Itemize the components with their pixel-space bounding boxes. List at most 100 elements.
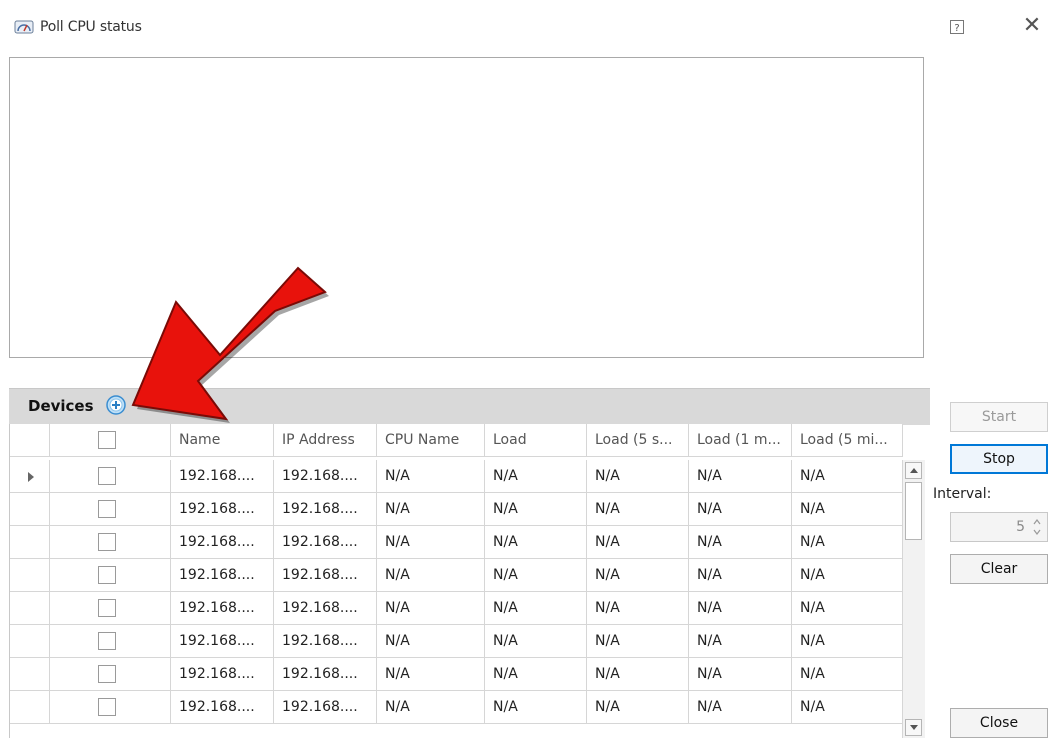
cell-load-1m[interactable]: N/A <box>689 526 792 559</box>
cell-load-5m[interactable]: N/A <box>792 559 903 592</box>
cell-load[interactable]: N/A <box>485 526 587 559</box>
cell-load-5s[interactable]: N/A <box>587 592 689 625</box>
cell-load-5s[interactable]: N/A <box>587 625 689 658</box>
cell-load[interactable]: N/A <box>485 592 587 625</box>
table-row[interactable]: 192.168.... 192.168.... N/A N/A N/A N/A N/A <box>10 658 903 691</box>
cell-load[interactable]: N/A <box>485 691 587 724</box>
table-row[interactable]: 192.168.... 192.168.... N/A N/A N/A N/A N/A <box>10 460 903 493</box>
cell-load-5m[interactable]: N/A <box>792 460 903 493</box>
cell-load[interactable]: N/A <box>485 460 587 493</box>
table-row[interactable]: 192.168.... 192.168.... N/A N/A N/A N/A N/A <box>10 493 903 526</box>
cell-load[interactable]: N/A <box>485 493 587 526</box>
log-output[interactable] <box>9 57 924 358</box>
column-header-load-1m[interactable]: Load (1 m... <box>689 424 792 457</box>
cell-load-5m[interactable]: N/A <box>792 658 903 691</box>
cell-name[interactable]: 192.168.... <box>171 592 274 625</box>
cell-name[interactable]: 192.168.... <box>171 493 274 526</box>
devices-grid[interactable]: Name IP Address CPU Name Load Load (5 s.… <box>9 424 903 738</box>
cell-load[interactable]: N/A <box>485 658 587 691</box>
cell-load-1m[interactable]: N/A <box>689 658 792 691</box>
table-row[interactable]: 192.168.... 192.168.... N/A N/A N/A N/A N/A <box>10 691 903 724</box>
cell-load-5s[interactable]: N/A <box>587 526 689 559</box>
start-button[interactable]: Start <box>950 402 1048 432</box>
column-header-load[interactable]: Load <box>485 424 587 457</box>
column-header-ip-address[interactable]: IP Address <box>274 424 377 457</box>
row-indicator-cell[interactable] <box>10 691 50 724</box>
cell-cpu-name[interactable]: N/A <box>377 658 485 691</box>
cell-load-5s[interactable]: N/A <box>587 493 689 526</box>
column-header-name[interactable]: Name <box>171 424 274 457</box>
row-checkbox-cell[interactable] <box>50 625 171 658</box>
cell-load-1m[interactable]: N/A <box>689 559 792 592</box>
cell-ip-address[interactable]: 192.168.... <box>274 658 377 691</box>
cell-load[interactable]: N/A <box>485 559 587 592</box>
spinner-arrows-icon[interactable] <box>1031 516 1043 538</box>
cell-load-5m[interactable]: N/A <box>792 691 903 724</box>
row-indicator-cell[interactable] <box>10 493 50 526</box>
column-header-cpu-name[interactable]: CPU Name <box>377 424 485 457</box>
row-checkbox-cell[interactable] <box>50 460 171 493</box>
row-indicator-cell[interactable] <box>10 592 50 625</box>
clear-button[interactable]: Clear <box>950 554 1048 584</box>
cell-load-5s[interactable]: N/A <box>587 460 689 493</box>
cell-ip-address[interactable]: 192.168.... <box>274 625 377 658</box>
row-checkbox-cell[interactable] <box>50 592 171 625</box>
table-row[interactable]: 192.168.... 192.168.... N/A N/A N/A N/A N/A <box>10 592 903 625</box>
row-indicator-cell[interactable] <box>10 559 50 592</box>
scroll-thumb[interactable] <box>905 482 922 540</box>
row-indicator-cell[interactable] <box>10 526 50 559</box>
cell-cpu-name[interactable]: N/A <box>377 526 485 559</box>
cell-cpu-name[interactable]: N/A <box>377 592 485 625</box>
cell-load-1m[interactable]: N/A <box>689 493 792 526</box>
cell-load[interactable]: N/A <box>485 625 587 658</box>
row-checkbox[interactable] <box>98 500 116 518</box>
cell-name[interactable]: 192.168.... <box>171 691 274 724</box>
cell-ip-address[interactable]: 192.168.... <box>274 526 377 559</box>
cell-load-1m[interactable]: N/A <box>689 691 792 724</box>
help-icon[interactable]: ? <box>948 18 966 36</box>
row-checkbox[interactable] <box>98 632 116 650</box>
column-header-load-5m[interactable]: Load (5 mi... <box>792 424 903 457</box>
interval-spinner[interactable]: 5 <box>950 512 1048 542</box>
cell-ip-address[interactable]: 192.168.... <box>274 493 377 526</box>
cell-cpu-name[interactable]: N/A <box>377 493 485 526</box>
cell-name[interactable]: 192.168.... <box>171 460 274 493</box>
close-icon[interactable]: ✕ <box>1022 15 1042 37</box>
cell-load-5s[interactable]: N/A <box>587 559 689 592</box>
cell-load-5s[interactable]: N/A <box>587 658 689 691</box>
row-indicator-cell[interactable] <box>10 460 50 493</box>
select-all-cell[interactable] <box>50 424 171 457</box>
cell-load-5m[interactable]: N/A <box>792 592 903 625</box>
row-checkbox[interactable] <box>98 566 116 584</box>
cell-ip-address[interactable]: 192.168.... <box>274 460 377 493</box>
select-all-checkbox[interactable] <box>98 431 116 449</box>
close-button[interactable]: Close <box>950 708 1048 738</box>
row-checkbox[interactable] <box>98 467 116 485</box>
cell-load-1m[interactable]: N/A <box>689 460 792 493</box>
cell-load-1m[interactable]: N/A <box>689 625 792 658</box>
table-row[interactable]: 192.168.... 192.168.... N/A N/A N/A N/A N/A <box>10 526 903 559</box>
cell-name[interactable]: 192.168.... <box>171 559 274 592</box>
row-checkbox[interactable] <box>98 665 116 683</box>
cell-ip-address[interactable]: 192.168.... <box>274 559 377 592</box>
cell-name[interactable]: 192.168.... <box>171 526 274 559</box>
cell-load-1m[interactable]: N/A <box>689 592 792 625</box>
scroll-down-button[interactable] <box>905 719 922 736</box>
row-checkbox[interactable] <box>98 533 116 551</box>
scroll-up-button[interactable] <box>905 462 922 479</box>
add-icon[interactable] <box>105 394 127 416</box>
cell-load-5s[interactable]: N/A <box>587 691 689 724</box>
row-checkbox[interactable] <box>98 599 116 617</box>
grid-scrollbar[interactable] <box>902 460 925 738</box>
row-checkbox-cell[interactable] <box>50 493 171 526</box>
cell-cpu-name[interactable]: N/A <box>377 625 485 658</box>
cell-ip-address[interactable]: 192.168.... <box>274 691 377 724</box>
cell-load-5m[interactable]: N/A <box>792 493 903 526</box>
row-indicator-cell[interactable] <box>10 625 50 658</box>
cell-cpu-name[interactable]: N/A <box>377 460 485 493</box>
row-checkbox-cell[interactable] <box>50 658 171 691</box>
row-checkbox-cell[interactable] <box>50 559 171 592</box>
row-checkbox-cell[interactable] <box>50 691 171 724</box>
row-checkbox[interactable] <box>98 698 116 716</box>
column-header-load-5s[interactable]: Load (5 s... <box>587 424 689 457</box>
